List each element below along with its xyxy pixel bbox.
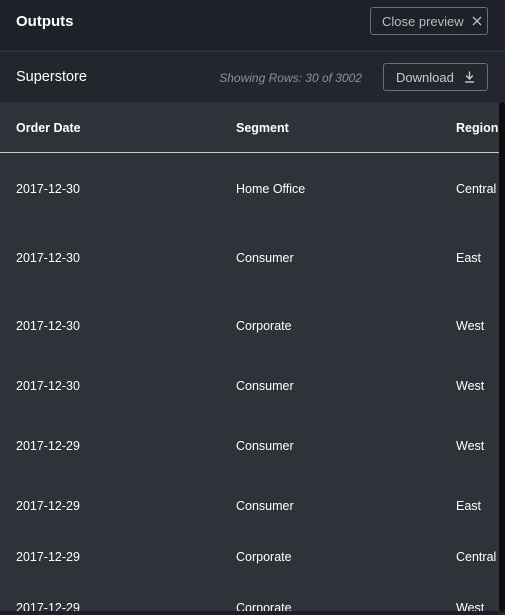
panel-title: Outputs [16,13,74,30]
column-header-order-date[interactable]: Order Date [16,121,81,135]
cell-order-date: 2017-12-30 [16,251,80,265]
table-row: 2017-12-29 Consumer East [0,499,505,539]
cell-segment: Corporate [236,319,292,333]
close-preview-button[interactable]: Close preview [370,7,488,35]
cell-segment: Home Office [236,182,306,196]
cell-order-date: 2017-12-30 [16,319,80,333]
dataset-name: Superstore [16,69,87,85]
cell-region: West [456,379,485,393]
table-row: 2017-12-30 Consumer West [0,379,505,419]
cell-order-date: 2017-12-29 [16,550,80,564]
table-row: 2017-12-30 Consumer East [0,251,505,291]
cell-segment: Consumer [236,439,294,453]
cell-segment: Consumer [236,251,294,265]
cell-order-date: 2017-12-29 [16,439,80,453]
data-table: Order Date Segment Region 2017-12-30 Hom… [0,102,505,615]
cell-region: West [456,319,485,333]
dataset-bar: Superstore Showing Rows: 30 of 3002 Down… [0,52,505,102]
cell-order-date: 2017-12-30 [16,182,80,196]
cell-region: West [456,439,485,453]
table-row: 2017-12-29 Consumer West [0,439,505,479]
table-row: 2017-12-29 Corporate Central [0,550,505,590]
table-row: 2017-12-30 Corporate West [0,319,505,359]
cell-order-date: 2017-12-29 [16,499,80,513]
cell-region: East [456,499,482,513]
horizontal-scrollbar[interactable] [0,611,499,615]
cell-segment: Corporate [236,550,292,564]
cell-segment: Consumer [236,379,294,393]
cell-segment: Consumer [236,499,294,513]
table-row: 2017-12-30 Home Office Central [0,182,505,222]
vertical-scrollbar[interactable] [499,102,505,615]
cell-region: Central [456,550,497,564]
cell-region: East [456,251,482,265]
outputs-header: Outputs Close preview [0,0,505,51]
scrollbar-thumb[interactable] [499,102,505,612]
download-icon [464,71,475,83]
close-preview-label: Close preview [382,13,464,29]
download-button[interactable]: Download [383,63,488,91]
close-icon [472,16,482,26]
cell-order-date: 2017-12-30 [16,379,80,393]
column-header-segment[interactable]: Segment [236,121,289,135]
table-header: Order Date Segment Region [0,102,505,153]
row-count-text: Showing Rows: 30 of 3002 [219,71,362,85]
column-header-region[interactable]: Region [456,121,498,135]
download-label: Download [396,69,454,85]
cell-region: Central [456,182,497,196]
outputs-panel: Outputs Close preview Superstore Showing… [0,0,505,615]
